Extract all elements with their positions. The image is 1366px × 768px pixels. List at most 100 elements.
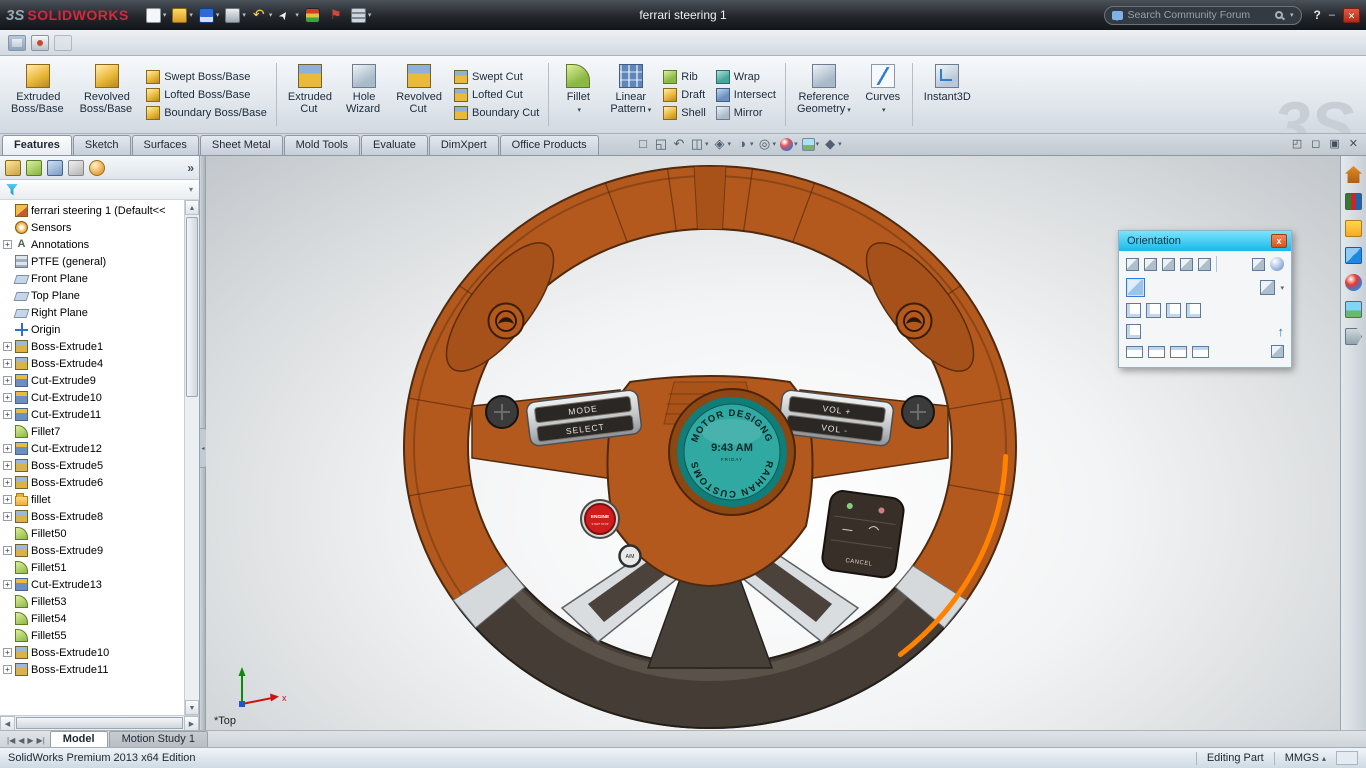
feature-tree-item[interactable]: Fillet54 <box>0 610 184 627</box>
expander-icon[interactable] <box>3 529 12 538</box>
feature-tree-item[interactable]: Sensors <box>0 219 184 236</box>
feature-tree-item[interactable]: + Boss-Extrude8 <box>0 508 184 525</box>
ribbon-tab[interactable]: Features <box>2 135 72 155</box>
close-button[interactable]: ✕ <box>1343 7 1360 23</box>
feature-tree-item[interactable]: + Boss-Extrude11 <box>0 661 184 678</box>
expander-icon[interactable] <box>3 223 12 232</box>
hud-icon[interactable]: ◎ ▾ <box>758 136 776 152</box>
panel-chevron[interactable]: » <box>187 161 194 175</box>
search-input[interactable]: Search Community Forum ▾ <box>1103 5 1302 25</box>
feature-tree-item[interactable]: Fillet7 <box>0 423 184 440</box>
task-pane-icon[interactable] <box>1345 220 1362 237</box>
ribbon-tab[interactable]: DimXpert <box>428 135 499 155</box>
normal-to-icon[interactable] <box>1144 257 1157 271</box>
ribbon-small-button[interactable]: Intersect <box>715 87 776 102</box>
right-horn-emblem[interactable] <box>895 302 933 340</box>
feature-tree-item[interactable]: Origin <box>0 321 184 338</box>
right-control-pod[interactable]: CANCEL <box>821 489 905 579</box>
feature-tree-item[interactable]: + Cut-Extrude9 <box>0 372 184 389</box>
displaymanager-tab-icon[interactable] <box>89 159 105 176</box>
scroll-up-icon[interactable]: ▲ <box>185 200 199 215</box>
orientation-close-button[interactable]: x <box>1271 234 1287 248</box>
ribbon-small-button[interactable]: Boundary Boss/Base <box>146 105 267 120</box>
task-pane-icon[interactable] <box>1345 166 1362 183</box>
feature-tree-item[interactable]: + Cut-Extrude12 <box>0 440 184 457</box>
search-dropdown-icon[interactable]: ▾ <box>1290 11 1294 19</box>
window-control-button[interactable]: ◻ <box>1311 137 1320 150</box>
expander-icon[interactable]: + <box>3 665 12 674</box>
ribbon-large-button[interactable]: Reference Geometry ▾ <box>790 59 858 130</box>
hud-icon[interactable]: ◆ ▾ <box>823 136 842 152</box>
tab-nav-arrow[interactable]: |◀ <box>7 736 15 745</box>
ribbon-small-button[interactable]: Mirror <box>715 105 776 120</box>
hud-icon[interactable]: ◈ ▾ <box>713 136 732 152</box>
ribbon-small-button[interactable]: Rib <box>663 69 705 84</box>
ribbon-large-button[interactable]: Extruded Cut <box>281 59 339 130</box>
expander-icon[interactable] <box>3 274 12 283</box>
expander-icon[interactable]: + <box>3 444 12 453</box>
left-horn-emblem[interactable] <box>487 302 525 340</box>
task-pane-icon[interactable] <box>1345 328 1362 345</box>
expander-icon[interactable] <box>3 614 12 623</box>
hud-icon[interactable]: ◫ ▾ <box>690 136 709 152</box>
spin-y-icon[interactable] <box>1180 257 1193 271</box>
two-viewport-horizontal-icon[interactable] <box>1148 345 1165 358</box>
expander-icon[interactable] <box>3 427 12 436</box>
tree-horizontal-scrollbar[interactable]: ◀ ▶ <box>0 715 199 731</box>
configurationmanager-tab-icon[interactable] <box>47 159 63 176</box>
hud-icon[interactable]: □ <box>636 136 650 152</box>
titlebar-tool-button[interactable]: ▾ <box>143 4 170 26</box>
task-pane-icon[interactable] <box>1345 247 1362 264</box>
expander-icon[interactable]: + <box>3 580 12 589</box>
filter-funnel-icon[interactable] <box>6 183 18 196</box>
feature-tree-item[interactable]: Fillet51 <box>0 559 184 576</box>
expander-icon[interactable] <box>3 325 12 334</box>
tab-nav-arrow[interactable]: ◀ <box>18 736 24 745</box>
expander-icon[interactable] <box>3 291 12 300</box>
feature-tree-item[interactable]: Fillet53 <box>0 593 184 610</box>
expander-icon[interactable]: + <box>3 461 12 470</box>
task-pane-icon[interactable] <box>1345 193 1362 210</box>
expander-icon[interactable] <box>3 257 12 266</box>
expander-icon[interactable]: + <box>3 478 12 487</box>
help-button[interactable]: ? <box>1314 8 1321 22</box>
feature-tree-item[interactable]: Fillet55 <box>0 627 184 644</box>
feature-tree-item[interactable]: Front Plane <box>0 270 184 287</box>
view-sphere-icon[interactable] <box>1270 257 1284 271</box>
task-pane-icon[interactable] <box>1345 274 1362 291</box>
feature-tree-item[interactable]: Fillet50 <box>0 525 184 542</box>
expander-icon[interactable] <box>3 597 12 606</box>
isometric-view-icon-selected[interactable] <box>1126 278 1145 297</box>
feature-tree-item[interactable]: + Boss-Extrude4 <box>0 355 184 372</box>
ribbon-large-button[interactable]: Revolved Cut <box>389 59 449 130</box>
feature-tree-root[interactable]: ferrari steering 1 (Default<< <box>0 202 184 219</box>
titlebar-tool-button[interactable]: ▾ <box>348 4 375 26</box>
single-viewport-icon[interactable] <box>1126 345 1143 358</box>
view-selector-dropdown-icon[interactable]: ▾ <box>1280 284 1284 292</box>
expander-icon[interactable]: + <box>3 342 12 351</box>
feature-tree-item[interactable]: PTFE (general) <box>0 253 184 270</box>
ribbon-large-button[interactable]: Linear Pattern ▾ <box>603 59 658 130</box>
ribbon-small-button[interactable]: Swept Boss/Base <box>146 69 267 84</box>
ribbon-tab[interactable]: Sketch <box>72 135 131 155</box>
left-view-icon[interactable] <box>1166 303 1181 318</box>
four-viewport-icon[interactable] <box>1192 345 1209 358</box>
scroll-left-icon[interactable]: ◀ <box>0 716 15 731</box>
expander-icon[interactable]: + <box>3 546 12 555</box>
previous-view-icon[interactable] <box>1126 257 1139 271</box>
am-button[interactable]: A/M <box>618 544 642 568</box>
ribbon-small-button[interactable]: Lofted Cut <box>454 87 539 102</box>
scroll-down-icon[interactable]: ▼ <box>185 700 199 715</box>
hud-icon[interactable]: ↶ <box>672 136 686 152</box>
scrollbar-thumb[interactable] <box>16 717 183 729</box>
titlebar-tool-button[interactable] <box>325 4 348 26</box>
expander-icon[interactable] <box>3 563 12 572</box>
hud-icon[interactable]: ▾ <box>801 137 819 151</box>
feature-tree-item[interactable]: + Boss-Extrude9 <box>0 542 184 559</box>
propertymanager-tab-icon[interactable] <box>26 159 42 176</box>
window-control-button[interactable]: ◰ <box>1292 137 1302 150</box>
ribbon-tab[interactable]: Surfaces <box>131 135 199 155</box>
feature-tree-item[interactable]: + Cut-Extrude10 <box>0 389 184 406</box>
top-view-icon[interactable] <box>1126 324 1141 339</box>
ribbon-large-button[interactable]: Revolved Boss/Base <box>73 59 142 130</box>
